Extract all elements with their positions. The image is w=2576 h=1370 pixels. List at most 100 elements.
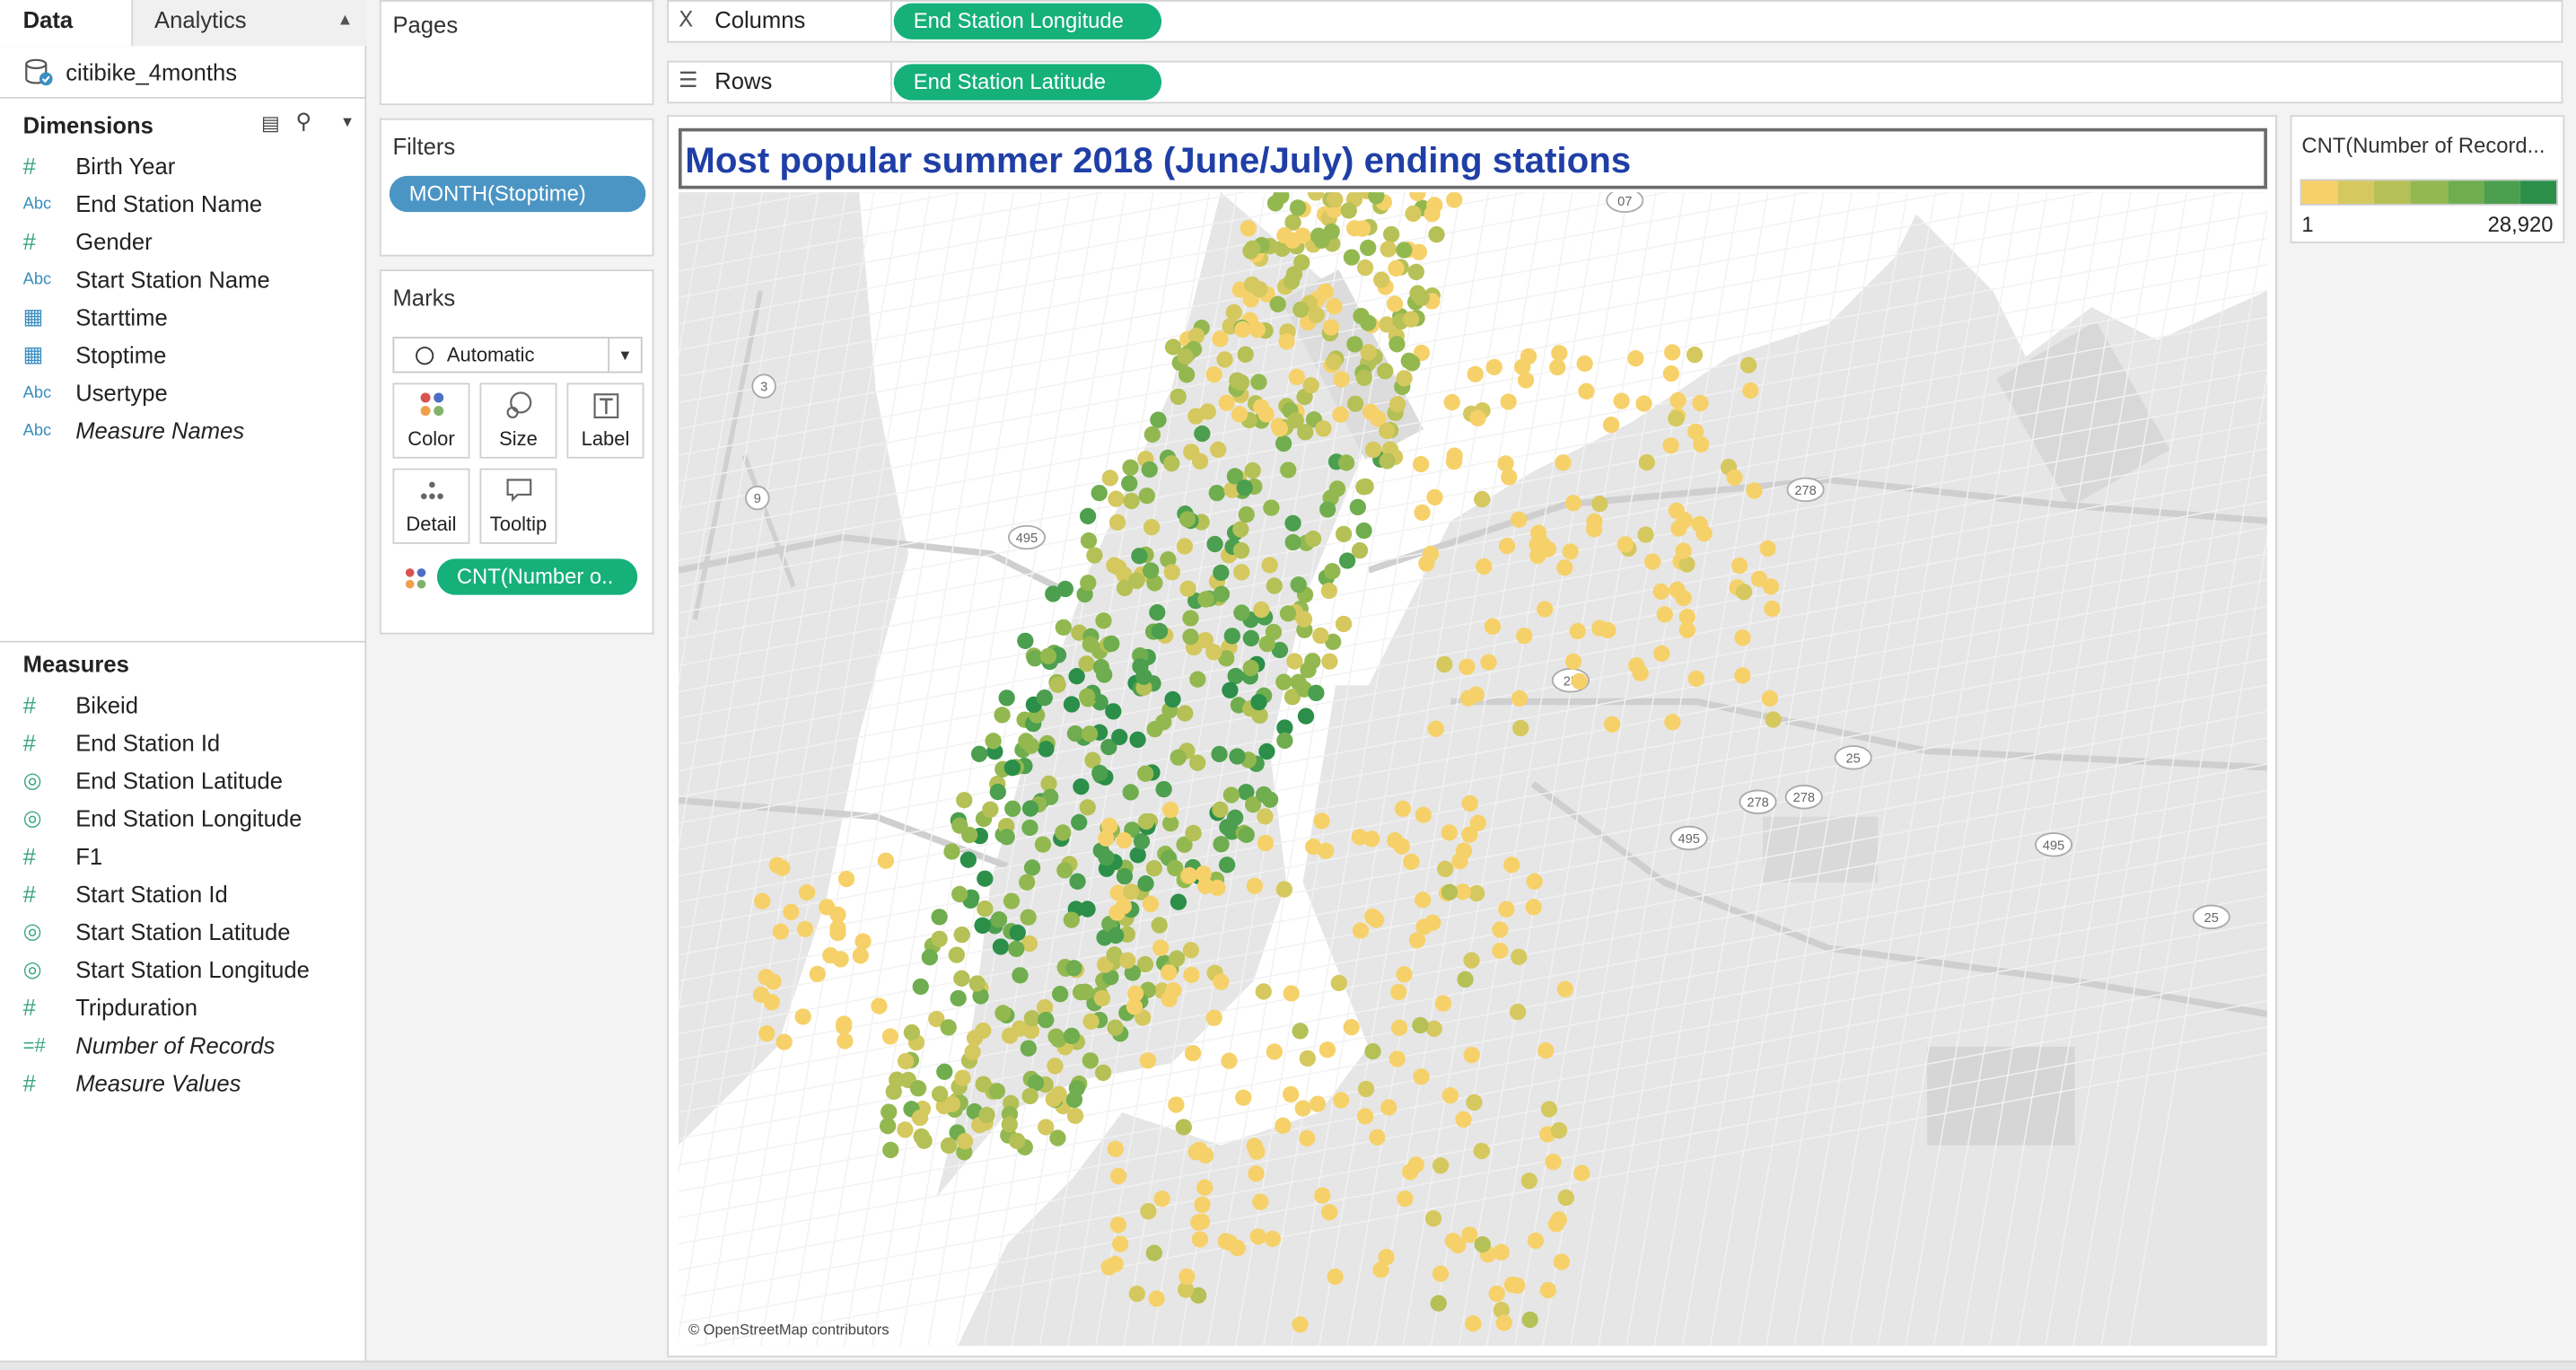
station-dot[interactable] — [1263, 499, 1280, 516]
station-dot[interactable] — [1185, 824, 1202, 842]
station-dot[interactable] — [1133, 833, 1151, 850]
station-dot[interactable] — [1213, 585, 1231, 602]
station-dot[interactable] — [1653, 645, 1670, 663]
station-dot[interactable] — [1516, 628, 1533, 645]
station-dot[interactable] — [1143, 519, 1161, 536]
station-dot[interactable] — [1750, 570, 1768, 588]
station-dot[interactable] — [1556, 559, 1573, 576]
station-dot[interactable] — [1493, 1243, 1510, 1260]
station-dot[interactable] — [1686, 347, 1704, 364]
station-dot[interactable] — [1550, 1121, 1568, 1139]
station-dot[interactable] — [1111, 728, 1128, 746]
station-dot[interactable] — [1437, 860, 1454, 878]
station-dot[interactable] — [1397, 1190, 1414, 1208]
station-dot[interactable] — [1323, 223, 1340, 241]
station-dot[interactable] — [1495, 1314, 1512, 1331]
station-dot[interactable] — [911, 1109, 929, 1127]
station-dot[interactable] — [1330, 974, 1347, 992]
station-dot[interactable] — [1357, 1080, 1375, 1098]
station-dot[interactable] — [1354, 220, 1371, 237]
station-dot[interactable] — [1071, 813, 1088, 831]
station-dot[interactable] — [758, 969, 775, 986]
field-start-station-id[interactable]: # Start Station Id — [23, 877, 228, 910]
filters-card[interactable]: Filters MONTH(Stoptime) — [379, 118, 654, 257]
station-dot[interactable] — [1476, 558, 1493, 575]
station-dot[interactable] — [1079, 900, 1096, 918]
station-dot[interactable] — [1652, 583, 1669, 601]
station-dot[interactable] — [1573, 1164, 1590, 1181]
station-dot[interactable] — [1137, 812, 1155, 830]
station-dot[interactable] — [1163, 564, 1180, 581]
detail-button[interactable]: Detail — [392, 468, 470, 544]
station-dot[interactable] — [1364, 441, 1382, 459]
station-dot[interactable] — [1355, 479, 1372, 496]
station-dot[interactable] — [1360, 239, 1377, 257]
station-dot[interactable] — [1047, 1058, 1064, 1075]
station-dot[interactable] — [1151, 622, 1169, 640]
station-dot[interactable] — [1379, 422, 1396, 440]
station-dot[interactable] — [1196, 1179, 1214, 1196]
station-dot[interactable] — [931, 930, 948, 948]
station-dot[interactable] — [1106, 557, 1123, 574]
station-dot[interactable] — [1101, 470, 1118, 487]
station-dot[interactable] — [1213, 973, 1230, 990]
station-dot[interactable] — [1092, 658, 1110, 676]
station-dot[interactable] — [829, 924, 846, 942]
station-dot[interactable] — [1253, 601, 1270, 619]
station-dot[interactable] — [1432, 1157, 1450, 1174]
station-dot[interactable] — [882, 1141, 899, 1159]
station-dot[interactable] — [1294, 1100, 1311, 1117]
station-dot[interactable] — [1445, 453, 1463, 470]
station-dot[interactable] — [768, 856, 785, 874]
station-dot[interactable] — [1734, 667, 1751, 684]
station-dot[interactable] — [897, 1052, 915, 1070]
station-dot[interactable] — [1446, 192, 1463, 208]
station-dot[interactable] — [1280, 461, 1297, 479]
tab-data[interactable]: Data — [0, 0, 134, 47]
station-dot[interactable] — [1678, 608, 1695, 626]
station-dot[interactable] — [772, 923, 789, 940]
station-dot[interactable] — [1465, 1315, 1482, 1332]
station-dot[interactable] — [1079, 688, 1096, 705]
station-dot[interactable] — [1255, 983, 1272, 1000]
station-dot[interactable] — [1302, 377, 1319, 394]
station-dot[interactable] — [1463, 1046, 1480, 1064]
station-dot[interactable] — [1155, 780, 1172, 798]
station-dot[interactable] — [1023, 859, 1041, 876]
label-button[interactable]: Label — [566, 382, 644, 459]
list-view-icon[interactable]: ▤ — [261, 111, 280, 135]
color-pill-cnt-number-of-records[interactable]: CNT(Number o.. — [436, 558, 638, 595]
station-dot[interactable] — [1284, 514, 1301, 531]
station-dot[interactable] — [977, 870, 994, 887]
station-dot[interactable] — [1402, 1164, 1419, 1181]
station-dot[interactable] — [1164, 690, 1181, 708]
station-dot[interactable] — [1244, 461, 1261, 479]
station-dot[interactable] — [1474, 1236, 1491, 1253]
station-dot[interactable] — [1503, 856, 1520, 874]
station-dot[interactable] — [960, 826, 978, 844]
station-dot[interactable] — [1602, 417, 1620, 434]
station-dot[interactable] — [1424, 206, 1441, 223]
station-dot[interactable] — [1229, 748, 1246, 765]
station-dot[interactable] — [1253, 399, 1270, 416]
station-dot[interactable] — [879, 1118, 897, 1135]
station-dot[interactable] — [1353, 307, 1370, 325]
station-dot[interactable] — [1335, 615, 1353, 633]
station-dot[interactable] — [1418, 555, 1435, 572]
station-dot[interactable] — [1249, 321, 1266, 338]
station-dot[interactable] — [1143, 562, 1160, 579]
station-dot[interactable] — [1549, 358, 1566, 376]
pages-card[interactable]: Pages — [379, 0, 654, 106]
station-dot[interactable] — [1551, 345, 1568, 362]
station-dot[interactable] — [1163, 455, 1180, 472]
station-dot[interactable] — [1343, 1019, 1360, 1036]
field-start-station-longitude[interactable]: ◎ Start Station Longitude — [23, 953, 310, 987]
station-dot[interactable] — [1364, 1042, 1381, 1060]
station-dot[interactable] — [1765, 711, 1782, 728]
field-measure-values[interactable]: # Measure Values — [23, 1067, 241, 1100]
station-dot[interactable] — [1469, 409, 1486, 426]
station-dot[interactable] — [1233, 604, 1250, 621]
station-dot[interactable] — [1194, 1196, 1211, 1214]
station-dot[interactable] — [1045, 1091, 1062, 1108]
station-dot[interactable] — [1177, 705, 1194, 722]
